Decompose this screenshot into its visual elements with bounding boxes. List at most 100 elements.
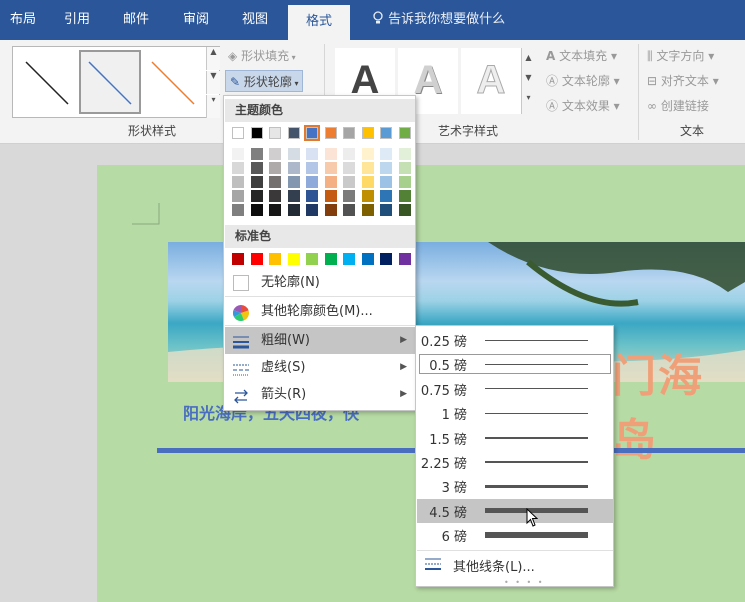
- standard-color-swatch[interactable]: [343, 253, 355, 265]
- theme-shade-swatch[interactable]: [269, 204, 281, 216]
- theme-shade-swatch[interactable]: [269, 148, 281, 160]
- no-outline-item[interactable]: 无轮廓(N): [225, 269, 415, 296]
- standard-color-swatch[interactable]: [306, 253, 318, 265]
- shape-style-gallery[interactable]: ▲ ▼ ▾: [12, 46, 220, 118]
- theme-color-swatch[interactable]: [269, 127, 281, 139]
- weight-option[interactable]: 6 磅: [417, 523, 613, 547]
- theme-shade-swatch[interactable]: [232, 190, 244, 202]
- text-fill-button[interactable]: A 文本填充 ▾: [546, 45, 617, 67]
- theme-shade-swatch[interactable]: [380, 204, 392, 216]
- arrows-item[interactable]: 箭头(R) ▶: [225, 381, 415, 408]
- theme-shade-swatch[interactable]: [287, 148, 300, 160]
- wordart-style-3[interactable]: A: [461, 48, 521, 114]
- theme-shade-swatch[interactable]: [250, 162, 263, 174]
- standard-color-swatch[interactable]: [398, 253, 411, 265]
- tab-review[interactable]: 审阅: [177, 0, 215, 40]
- theme-shade-swatch[interactable]: [343, 204, 355, 216]
- gallery-down-button[interactable]: ▼: [206, 71, 220, 94]
- theme-shade-swatch[interactable]: [361, 190, 374, 202]
- standard-color-swatch[interactable]: [324, 253, 337, 265]
- weight-option[interactable]: 1.5 磅: [417, 426, 613, 450]
- theme-shade-swatch[interactable]: [306, 162, 318, 174]
- theme-shade-swatch[interactable]: [361, 176, 374, 188]
- theme-color-swatch[interactable]: [398, 127, 411, 139]
- standard-color-swatch[interactable]: [232, 253, 244, 265]
- theme-shade-swatch[interactable]: [324, 190, 337, 202]
- tab-view[interactable]: 视图: [236, 0, 274, 40]
- shape-style-black[interactable]: [16, 50, 78, 114]
- theme-shade-swatch[interactable]: [343, 176, 355, 188]
- theme-shade-swatch[interactable]: [232, 204, 244, 216]
- theme-shade-swatch[interactable]: [232, 162, 244, 174]
- theme-color-swatch[interactable]: [304, 125, 320, 141]
- theme-shade-swatch[interactable]: [306, 176, 318, 188]
- theme-shade-swatch[interactable]: [269, 190, 281, 202]
- theme-color-swatch[interactable]: [380, 127, 392, 139]
- theme-shade-swatch[interactable]: [287, 204, 300, 216]
- theme-shade-swatch[interactable]: [398, 162, 411, 174]
- theme-shade-swatch[interactable]: [361, 148, 374, 160]
- tab-format[interactable]: 格式: [288, 5, 351, 40]
- theme-shade-swatch[interactable]: [306, 148, 318, 160]
- dashes-item[interactable]: 虚线(S) ▶: [225, 354, 415, 381]
- theme-shade-swatch[interactable]: [306, 204, 318, 216]
- tab-references[interactable]: 引用: [58, 0, 96, 40]
- shape-outline-button[interactable]: ✎ 形状轮廓 ▾: [225, 70, 304, 92]
- theme-shade-swatch[interactable]: [232, 148, 244, 160]
- weight-item[interactable]: 粗细(W) ▶: [225, 327, 415, 354]
- theme-color-swatch[interactable]: [250, 127, 263, 139]
- theme-color-swatch[interactable]: [287, 127, 300, 139]
- theme-shade-swatch[interactable]: [343, 162, 355, 174]
- tab-mailings[interactable]: 邮件: [117, 0, 155, 40]
- theme-shade-swatch[interactable]: [380, 190, 392, 202]
- shape-style-orange[interactable]: [142, 50, 204, 114]
- weight-option[interactable]: 1 磅: [417, 401, 613, 425]
- wordart-scroll[interactable]: ▲ ▼ ▾: [521, 48, 535, 114]
- theme-shade-swatch[interactable]: [250, 176, 263, 188]
- weight-option[interactable]: 0.75 磅: [417, 377, 613, 401]
- theme-shade-swatch[interactable]: [343, 190, 355, 202]
- theme-shade-swatch[interactable]: [324, 162, 337, 174]
- theme-shade-swatch[interactable]: [380, 176, 392, 188]
- standard-color-swatch[interactable]: [380, 253, 392, 265]
- theme-shade-swatch[interactable]: [398, 204, 411, 216]
- standard-color-swatch[interactable]: [361, 253, 374, 265]
- theme-shade-swatch[interactable]: [361, 162, 374, 174]
- theme-shade-swatch[interactable]: [324, 176, 337, 188]
- theme-shade-swatch[interactable]: [324, 204, 337, 216]
- theme-shade-swatch[interactable]: [269, 162, 281, 174]
- weight-option[interactable]: 4.5 磅: [417, 498, 613, 523]
- theme-shade-swatch[interactable]: [306, 190, 318, 202]
- theme-color-swatch[interactable]: [343, 127, 355, 139]
- text-direction-button[interactable]: ⫼ 文字方向 ▾: [647, 45, 714, 67]
- standard-color-swatch[interactable]: [287, 253, 300, 265]
- weight-option[interactable]: 0.5 磅: [417, 352, 613, 376]
- gallery-more-button[interactable]: ▾: [206, 95, 220, 118]
- weight-option[interactable]: 2.25 磅: [417, 450, 613, 474]
- theme-shade-swatch[interactable]: [250, 190, 263, 202]
- theme-shade-swatch[interactable]: [380, 162, 392, 174]
- theme-shade-swatch[interactable]: [343, 148, 355, 160]
- theme-color-swatch[interactable]: [361, 127, 374, 139]
- theme-shade-swatch[interactable]: [361, 204, 374, 216]
- theme-shade-swatch[interactable]: [398, 190, 411, 202]
- theme-color-swatch[interactable]: [324, 127, 337, 139]
- theme-shade-swatch[interactable]: [232, 176, 244, 188]
- theme-shade-swatch[interactable]: [250, 148, 263, 160]
- standard-color-swatch[interactable]: [250, 253, 263, 265]
- shape-fill-button[interactable]: ◈ 形状填充 ▾: [228, 45, 296, 67]
- weight-option[interactable]: 3 磅: [417, 474, 613, 498]
- resize-grip-icon[interactable]: • • • •: [504, 578, 545, 587]
- theme-shade-swatch[interactable]: [287, 162, 300, 174]
- theme-shade-swatch[interactable]: [324, 148, 337, 160]
- tab-layout[interactable]: 布局: [4, 0, 42, 40]
- align-text-button[interactable]: ⊟ 对齐文本 ▾: [647, 70, 719, 92]
- theme-color-swatch[interactable]: [232, 127, 244, 139]
- theme-shade-swatch[interactable]: [269, 176, 281, 188]
- shape-style-blue[interactable]: [79, 50, 141, 114]
- tell-me-box[interactable]: 告诉我你想要做什么: [372, 0, 505, 40]
- weight-option[interactable]: 0.25 磅: [417, 328, 613, 352]
- theme-shade-swatch[interactable]: [287, 176, 300, 188]
- gallery-up-button[interactable]: ▲: [206, 47, 220, 70]
- more-lines-item[interactable]: 其他线条(L)...: [417, 552, 613, 578]
